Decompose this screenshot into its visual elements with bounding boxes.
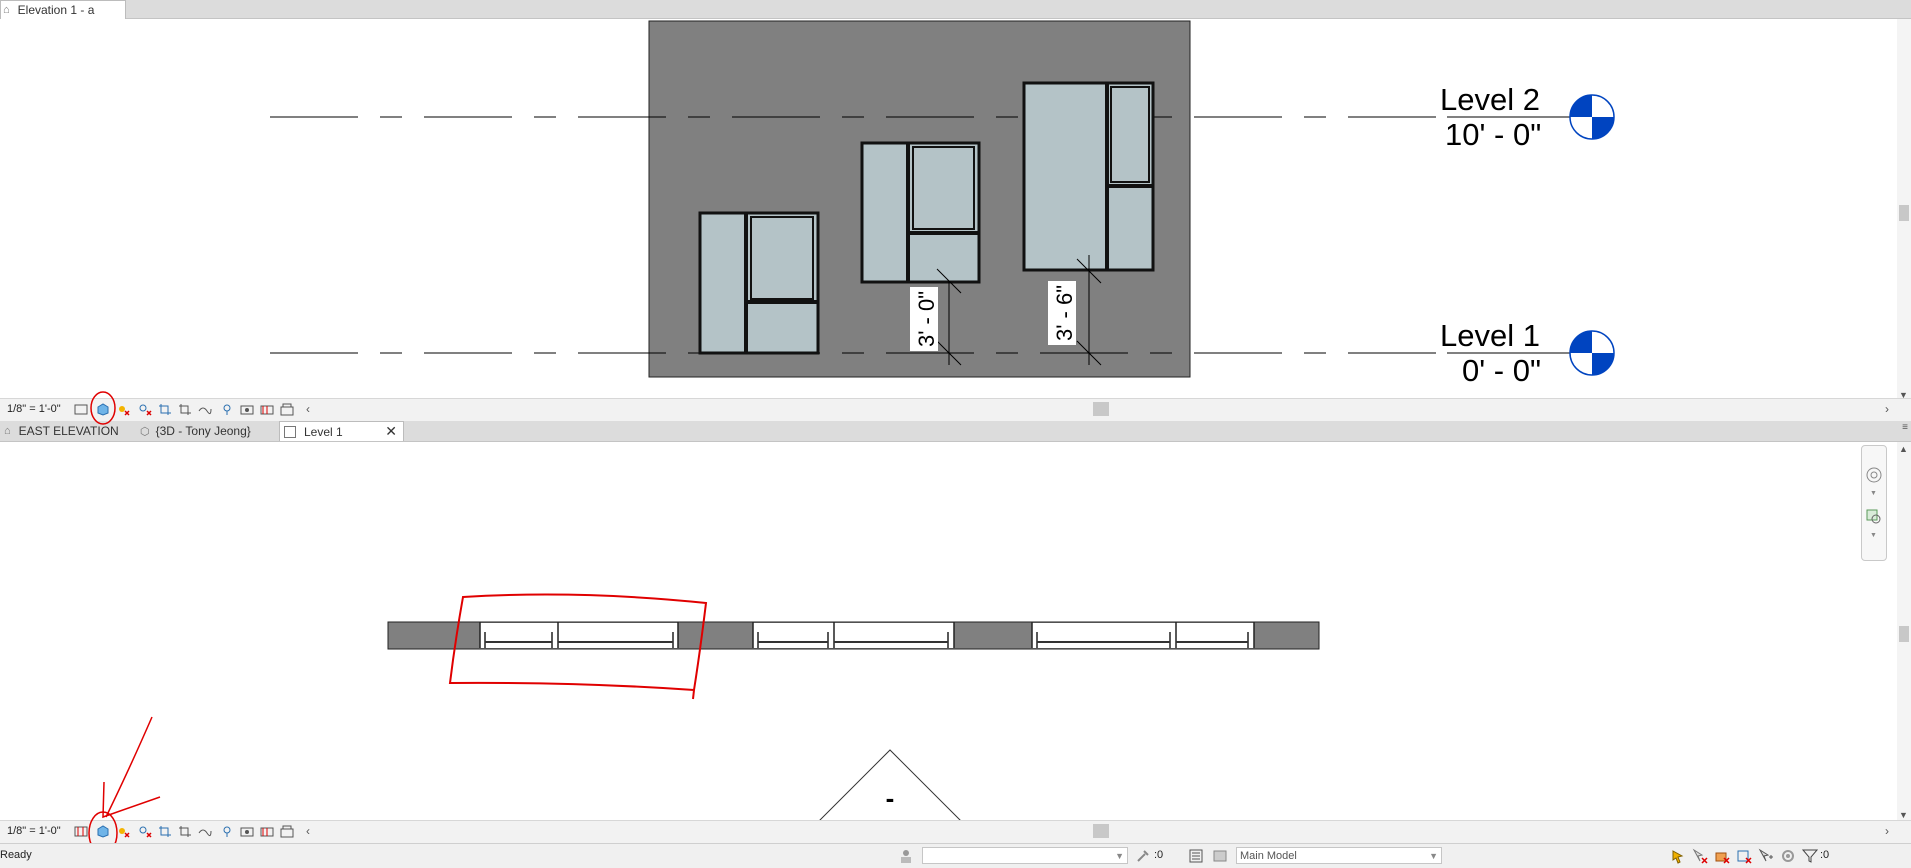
cube-icon: ⬡ — [140, 425, 150, 438]
workset-icon[interactable] — [898, 848, 914, 864]
reveal-constraints-icon[interactable] — [280, 825, 294, 838]
show-crop-region-icon[interactable] — [178, 825, 192, 838]
filter-count: :0 — [1820, 849, 1830, 861]
worksets-count: :0 — [1154, 849, 1164, 861]
select-underlay-icon[interactable] — [1692, 848, 1708, 864]
level-elevation: 0' - 0" — [1462, 353, 1541, 388]
bottom-view-canvas[interactable]: - — [0, 442, 1897, 822]
main-model-icon[interactable] — [1212, 848, 1228, 864]
chevron-down-icon: ▼ — [1115, 851, 1124, 861]
window-2[interactable] — [860, 141, 981, 284]
temporary-hide-icon[interactable] — [220, 825, 234, 838]
bottom-view-control-bar: 1/8" = 1'-0" ‹ › — [0, 820, 1911, 843]
select-by-face-icon[interactable] — [1736, 848, 1752, 864]
bottom-view-tabstrip: ⌂ EAST ELEVATION ⬡ {3D - Tony Jeong} Lev… — [0, 421, 1911, 442]
home-icon: ⌂ — [4, 425, 11, 437]
select-links-icon[interactable] — [1670, 848, 1686, 864]
chevron-left-icon[interactable]: ‹ — [306, 824, 310, 838]
unlock-3d-view-icon[interactable] — [198, 825, 212, 838]
level-elevation: 10' - 0" — [1445, 117, 1541, 152]
select-pinned-icon[interactable] — [1714, 848, 1730, 864]
elevation-marker[interactable]: - — [817, 749, 963, 822]
model-combo[interactable]: Main Model ▼ — [1236, 847, 1442, 864]
chevron-down-icon[interactable]: ▼ — [1870, 532, 1877, 539]
home-icon: ⌂ — [3, 4, 10, 16]
close-icon[interactable]: ✕ — [385, 423, 397, 440]
tab-elevation-1-a[interactable]: ⌂ Elevation 1 - a — [0, 0, 126, 19]
horizontal-scrollbar-thumb[interactable] — [1093, 824, 1109, 838]
filter-icon[interactable] — [1802, 848, 1818, 864]
crop-view-icon[interactable] — [158, 403, 172, 416]
scrollbar-thumb[interactable] — [1899, 626, 1909, 642]
reveal-hidden-icon[interactable] — [240, 825, 254, 838]
status-bar: Ready ▼ :0 Main Model ▼ :0 — [0, 843, 1911, 868]
tab-3d-tony-jeong[interactable]: ⬡ {3D - Tony Jeong} — [140, 421, 280, 441]
editable-only-icon[interactable] — [1135, 848, 1151, 864]
level-head-icon — [1569, 94, 1615, 140]
level-name: Level 1 — [1440, 318, 1540, 353]
plan-window-2[interactable] — [752, 622, 955, 648]
bottom-vertical-scrollbar[interactable]: ▲ ▼ — [1897, 442, 1911, 822]
top-view-canvas[interactable]: 3' - 0" 3' - 6" Level 2 10' - 0" Level 1… — [0, 19, 1897, 402]
chevron-right-icon[interactable]: › — [1885, 824, 1889, 838]
shadows-icon[interactable] — [138, 825, 152, 838]
chevron-down-icon[interactable]: ▼ — [1870, 490, 1877, 497]
floor-plan-icon — [284, 425, 296, 438]
view-scale[interactable]: 1/8" = 1'-0" — [7, 403, 61, 415]
scrollbar-thumb[interactable] — [1899, 205, 1909, 221]
unlock-3d-view-icon[interactable] — [198, 403, 212, 416]
chevron-down-icon[interactable]: ▼ — [1899, 810, 1908, 820]
tab-level-1[interactable]: Level 1 ✕ — [279, 421, 404, 441]
drag-elements-icon[interactable] — [1758, 848, 1774, 864]
window-3[interactable] — [1022, 81, 1155, 272]
chevron-down-icon: ▼ — [1429, 851, 1438, 861]
model-value: Main Model — [1240, 850, 1297, 862]
horizontal-scrollbar-thumb[interactable] — [1093, 402, 1109, 416]
elevation-marker-label: - — [886, 783, 895, 813]
plan-window-1[interactable] — [479, 622, 679, 648]
level-head-icon — [1569, 330, 1615, 376]
chevron-right-icon[interactable]: › — [1885, 402, 1889, 416]
tab-label: {3D - Tony Jeong} — [155, 424, 251, 438]
status-text: Ready — [0, 849, 32, 861]
tabs-menu-icon[interactable]: ≡ — [1902, 422, 1908, 433]
crop-view-icon[interactable] — [158, 825, 172, 838]
background-process-icon[interactable] — [1780, 848, 1796, 864]
shadows-icon[interactable] — [138, 403, 152, 416]
zoom-icon[interactable] — [1865, 508, 1883, 526]
chevron-left-icon[interactable]: ‹ — [306, 402, 310, 416]
top-view-control-bar: 1/8" = 1'-0" ‹ › — [0, 398, 1911, 421]
reveal-hidden-icon[interactable] — [240, 403, 254, 416]
temporary-view-properties-icon[interactable] — [260, 825, 274, 838]
steering-wheel-icon[interactable] — [1865, 466, 1883, 484]
level-name: Level 2 — [1440, 82, 1540, 117]
window-1[interactable] — [698, 211, 820, 355]
workset-combo[interactable]: ▼ — [922, 847, 1128, 864]
dimension-text: 3' - 0" — [914, 291, 939, 347]
chevron-up-icon[interactable]: ▲ — [1899, 444, 1908, 454]
design-options-icon[interactable] — [1188, 848, 1204, 864]
dimension-text: 3' - 6" — [1052, 285, 1077, 341]
tab-label: Level 1 — [304, 424, 343, 439]
level-2-tag[interactable]: Level 2 10' - 0" — [1440, 82, 1615, 152]
temporary-hide-icon[interactable] — [220, 403, 234, 416]
top-view-titlebar: ⌂ Elevation 1 - a — [0, 0, 1911, 19]
reveal-constraints-icon[interactable] — [280, 403, 294, 416]
temporary-view-properties-icon[interactable] — [260, 403, 274, 416]
plan-window-3[interactable] — [1031, 622, 1255, 648]
red-markup-circles — [88, 391, 118, 855]
view-scale[interactable]: 1/8" = 1'-0" — [7, 825, 61, 837]
navigation-bar: ▼ ▼ — [1861, 445, 1887, 561]
level-1-tag[interactable]: Level 1 0' - 0" — [1440, 318, 1615, 388]
top-vertical-scrollbar[interactable]: ▼ — [1897, 19, 1911, 402]
tab-label: Elevation 1 - a — [17, 3, 95, 17]
show-crop-region-icon[interactable] — [178, 403, 192, 416]
